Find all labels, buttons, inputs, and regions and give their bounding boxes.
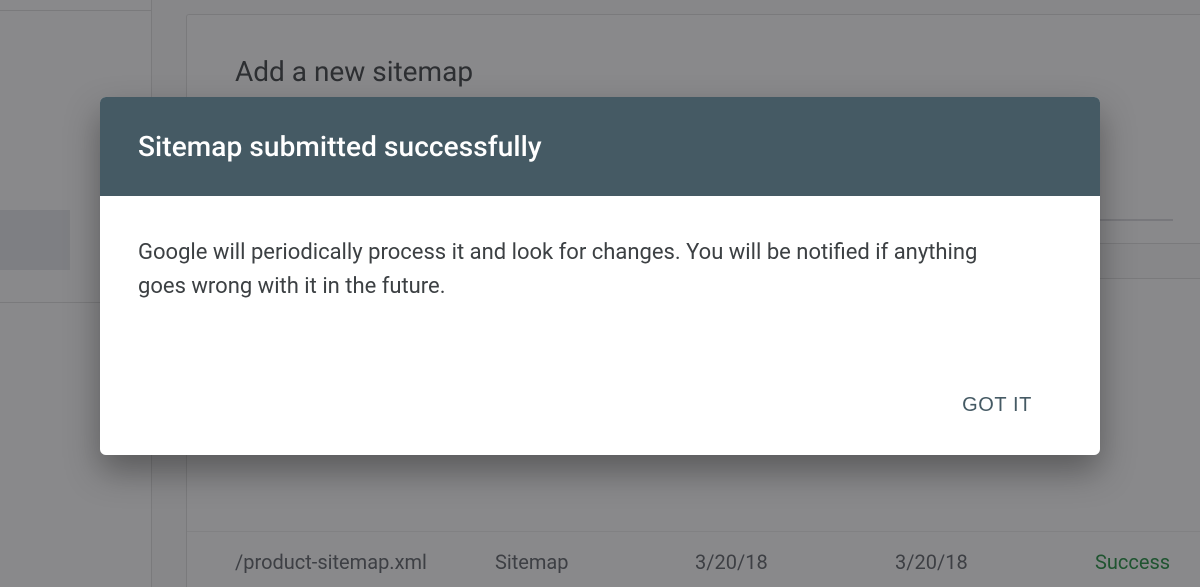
dialog-header: Sitemap submitted successfully [100,97,1100,196]
got-it-button[interactable]: GOT IT [948,384,1046,427]
dialog-title: Sitemap submitted successfully [138,130,1062,163]
dialog-sitemap-submitted: Sitemap submitted successfully Google wi… [100,97,1100,455]
dialog-body: Google will periodically process it and … [100,196,1100,334]
dialog-body-text: Google will periodically process it and … [138,236,1018,304]
dialog-actions: GOT IT [100,334,1100,455]
